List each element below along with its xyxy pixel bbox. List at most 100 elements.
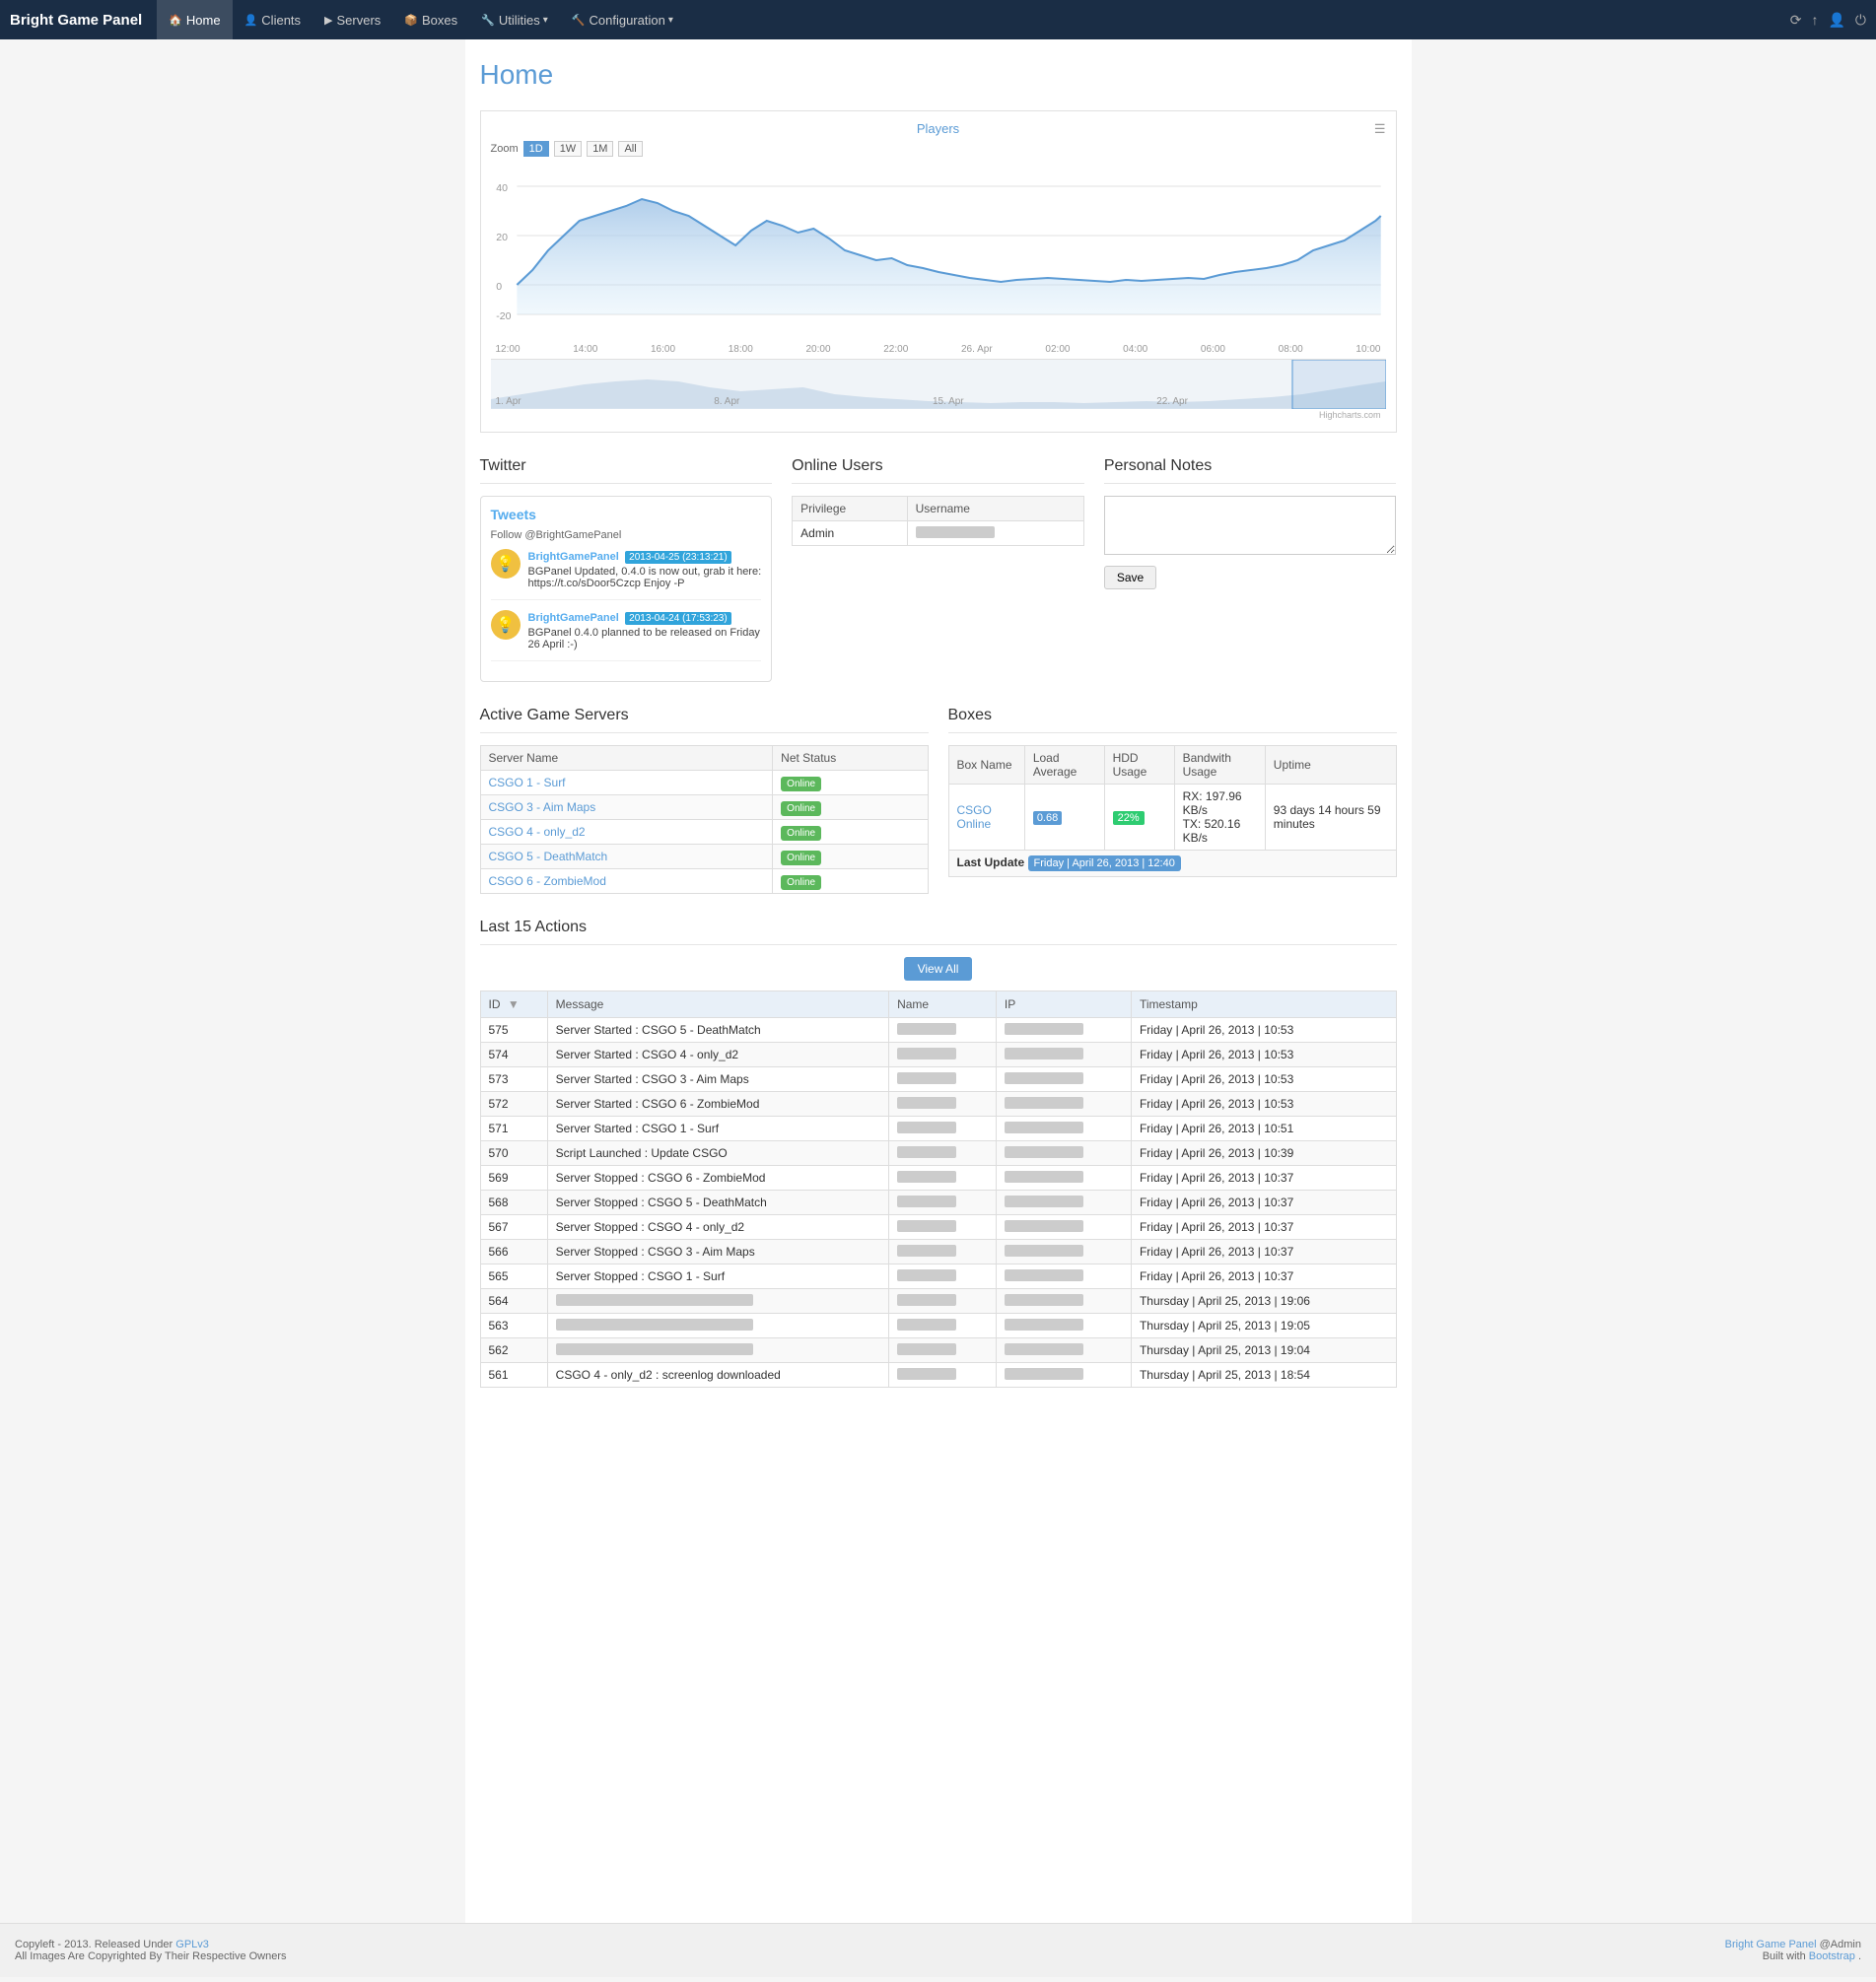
nav-item-utilities[interactable]: 🔧 Utilities ▾ [469,0,560,39]
view-all-button[interactable]: View All [904,957,973,981]
nav-item-servers[interactable]: ▶ Servers [313,0,392,39]
user-privilege-0: Admin [793,521,907,546]
server-link-2[interactable]: CSGO 4 - only_d2 [489,825,586,839]
nav-link-configuration[interactable]: 🔨 Configuration ▾ [560,0,685,39]
nav-link-boxes[interactable]: 📦 Boxes [392,0,469,39]
svg-text:20: 20 [496,233,508,243]
zoom-1d-button[interactable]: 1D [523,141,549,157]
footer-line1: Copyleft - 2013. Released Under GPLv3 [15,1939,287,1950]
server-status-2: Online [773,820,928,845]
action-name-10 [889,1264,997,1289]
power-icon[interactable]: ⏻ [1855,12,1866,29]
status-badge-3: Online [781,851,821,865]
server-link-1[interactable]: CSGO 3 - Aim Maps [489,800,596,814]
tweet-date-0: 2013-04-25 (23:13:21) [625,551,731,564]
notes-textarea[interactable] [1104,496,1397,555]
actions-table: ID ▼ Message Name IP Timestamp 575 Serve… [480,991,1397,1388]
action-msg-6: Server Stopped : CSGO 6 - ZombieMod [547,1166,888,1191]
blurred-name-13 [897,1343,956,1355]
action-ts-2: Friday | April 26, 2013 | 10:53 [1131,1067,1396,1092]
box-hdd-0: 22% [1104,785,1174,851]
personal-notes-title: Personal Notes [1104,457,1397,484]
action-ts-6: Friday | April 26, 2013 | 10:37 [1131,1166,1396,1191]
chart-navigator[interactable]: 1. Apr 8. Apr 15. Apr 22. Apr [491,359,1386,408]
box-link-0[interactable]: CSGO Online [957,803,992,831]
nav-link-utilities[interactable]: 🔧 Utilities ▾ [469,0,560,39]
axis-label-2: 16:00 [651,344,675,355]
servers-icon: ▶ [324,14,332,27]
blurred-name-10 [897,1269,956,1281]
nav-item-boxes[interactable]: 📦 Boxes [392,0,469,39]
footer-right-line2: Built with Bootstrap . [1725,1950,1861,1962]
personal-notes-widget: Save [1104,496,1397,589]
main-content: Home Players ☰ Zoom 1D 1W 1M All 40 20 0… [465,39,1412,1923]
action-row-1: 574 Server Started : CSGO 4 - only_d2 Fr… [480,1043,1396,1067]
nav-label-2: 15. Apr [933,396,964,407]
navbar: Bright Game Panel 🏠 Home 👤 Clients ▶ Ser… [0,0,1876,39]
server-status-1: Online [773,795,928,820]
axis-label-5: 22:00 [883,344,908,355]
nav-item-configuration[interactable]: 🔨 Configuration ▾ [560,0,685,39]
nav-item-clients[interactable]: 👤 Clients [233,0,313,39]
nav-right-actions: ⟳ ↑ 👤 ⏻ [1790,12,1866,29]
brand-footer-link[interactable]: Bright Game Panel [1725,1939,1817,1950]
server-status-3: Online [773,845,928,869]
nav-link-clients[interactable]: 👤 Clients [233,0,313,39]
chart-menu-icon[interactable]: ☰ [1374,121,1386,137]
blurred-ip-5 [1005,1146,1083,1158]
tweet-content-1: BrightGamePanel 2013-04-24 (17:53:23) BG… [528,610,762,650]
action-msg-9: Server Stopped : CSGO 3 - Aim Maps [547,1240,888,1264]
upload-icon[interactable]: ↑ [1811,12,1818,28]
action-id-2: 573 [480,1067,547,1092]
action-ts-9: Friday | April 26, 2013 | 10:37 [1131,1240,1396,1264]
tweet-author-1[interactable]: BrightGamePanel [528,612,619,624]
follow-button[interactable]: Follow @BrightGamePanel [491,529,622,541]
save-notes-button[interactable]: Save [1104,566,1156,589]
action-msg-4: Server Started : CSGO 1 - Surf [547,1117,888,1141]
server-link-4[interactable]: CSGO 6 - ZombieMod [489,874,606,888]
server-row-1: CSGO 3 - Aim Maps Online [480,795,928,820]
action-ip-14 [996,1363,1131,1388]
footer-right: Bright Game Panel @Admin Built with Boot… [1725,1939,1861,1962]
zoom-1m-button[interactable]: 1M [587,141,613,157]
two-col-section: Active Game Servers Server Name Net Stat… [480,707,1397,894]
blurred-name-3 [897,1097,956,1109]
action-ts-14: Thursday | April 25, 2013 | 18:54 [1131,1363,1396,1388]
nav-link-home[interactable]: 🏠 Home [157,0,232,39]
zoom-all-button[interactable]: All [618,141,642,157]
tweet-item-1: 💡 BrightGamePanel 2013-04-24 (17:53:23) … [491,610,762,661]
col-net-status: Net Status [773,746,928,771]
action-ts-13: Thursday | April 25, 2013 | 19:04 [1131,1338,1396,1363]
action-id-9: 566 [480,1240,547,1264]
refresh-icon[interactable]: ⟳ [1790,12,1802,29]
server-link-0[interactable]: CSGO 1 - Surf [489,776,566,789]
tweet-avatar-0: 💡 [491,549,521,579]
action-ip-1 [996,1043,1131,1067]
action-id-8: 567 [480,1215,547,1240]
nav-link-servers[interactable]: ▶ Servers [313,0,392,39]
tweet-content-0: BrightGamePanel 2013-04-25 (23:13:21) BG… [528,549,762,589]
status-badge-2: Online [781,826,821,841]
brand-logo[interactable]: Bright Game Panel [10,12,157,29]
last-update-cell: Last Update Friday | April 26, 2013 | 12… [948,851,1396,877]
blurred-ip-11 [1005,1294,1083,1306]
col-action-id[interactable]: ID ▼ [480,991,547,1018]
box-bandwidth-0: RX: 197.96 KB/sTX: 520.16 KB/s [1174,785,1265,851]
action-row-7: 568 Server Stopped : CSGO 5 - DeathMatch… [480,1191,1396,1215]
action-name-9 [889,1240,997,1264]
server-name-3: CSGO 5 - DeathMatch [480,845,773,869]
tweet-author-0[interactable]: BrightGamePanel [528,551,619,563]
nav-item-home[interactable]: 🏠 Home [157,0,232,39]
user-icon[interactable]: 👤 [1828,12,1844,29]
players-chart-section: Players ☰ Zoom 1D 1W 1M All 40 20 0 -20 [480,110,1397,433]
bootstrap-link[interactable]: Bootstrap [1809,1950,1855,1962]
action-id-13: 562 [480,1338,547,1363]
configuration-icon: 🔨 [572,14,586,27]
license-link[interactable]: GPLv3 [175,1939,209,1950]
action-ip-0 [996,1018,1131,1043]
clients-icon: 👤 [244,14,258,27]
zoom-1w-button[interactable]: 1W [554,141,583,157]
zoom-label: Zoom [491,143,519,155]
action-id-7: 568 [480,1191,547,1215]
server-link-3[interactable]: CSGO 5 - DeathMatch [489,850,608,863]
